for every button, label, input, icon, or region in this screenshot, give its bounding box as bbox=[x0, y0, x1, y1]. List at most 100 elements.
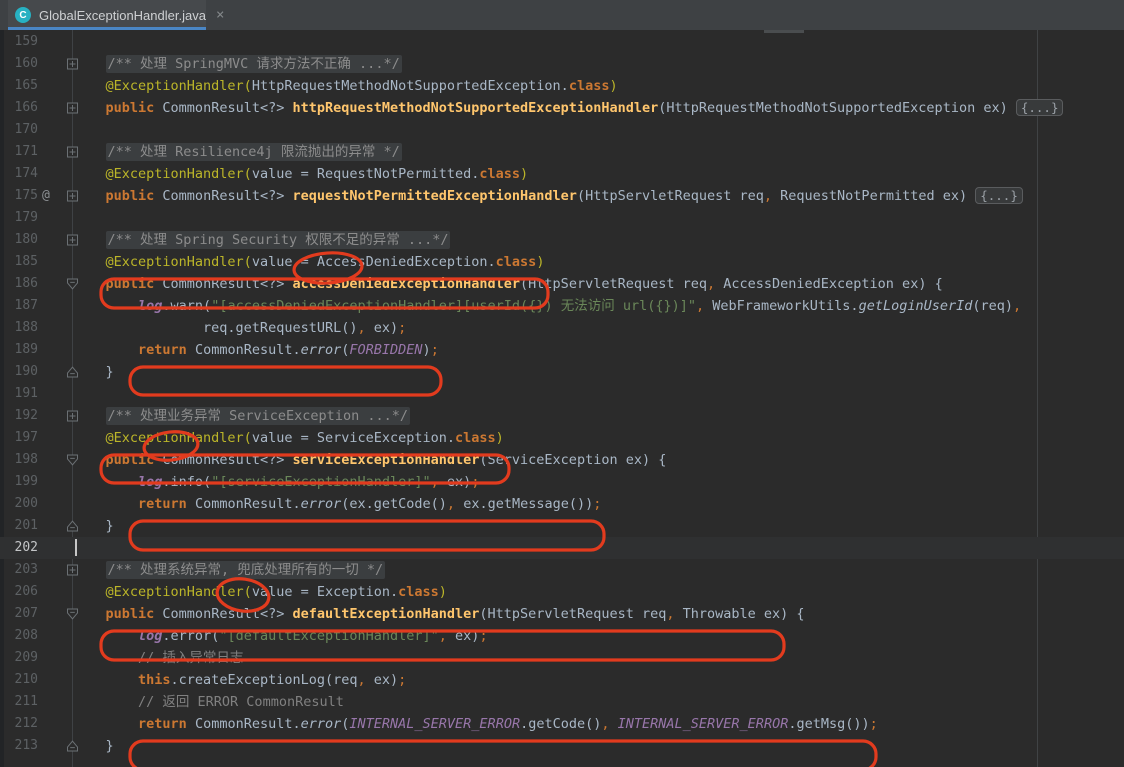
code-line[interactable]: 211 // 返回 ERROR CommonResult bbox=[0, 691, 1124, 713]
line-number[interactable]: 203 bbox=[0, 559, 38, 581]
code-token: .info( bbox=[162, 474, 211, 490]
code-line[interactable]: 179 bbox=[0, 207, 1124, 229]
line-number[interactable]: 197 bbox=[0, 427, 38, 449]
code-token: error bbox=[301, 342, 342, 358]
line-number[interactable]: 170 bbox=[0, 119, 38, 141]
folded-comment[interactable]: /** 处理业务异常 ServiceException ...*/ bbox=[106, 407, 410, 425]
code-line[interactable]: 171 /** 处理 Resilience4j 限流抛出的异常 */ bbox=[0, 141, 1124, 163]
line-number[interactable]: 187 bbox=[0, 295, 38, 317]
folded-block-badge[interactable]: {...} bbox=[1016, 99, 1064, 116]
code-line[interactable]: 189 return CommonResult.error(FORBIDDEN)… bbox=[0, 339, 1124, 361]
code-line[interactable]: 186 public CommonResult<?> accessDeniedE… bbox=[0, 273, 1124, 295]
code-line[interactable]: 175@ public CommonResult<?> requestNotPe… bbox=[0, 185, 1124, 207]
line-number[interactable]: 166 bbox=[0, 97, 38, 119]
code-line[interactable]: 188 req.getRequestURL(), ex); bbox=[0, 317, 1124, 339]
line-number[interactable]: 186 bbox=[0, 273, 38, 295]
line-number[interactable]: 207 bbox=[0, 603, 38, 625]
line-number[interactable]: 171 bbox=[0, 141, 38, 163]
line-number[interactable]: 213 bbox=[0, 735, 38, 757]
code-text: @ExceptionHandler(value = Exception.clas… bbox=[73, 581, 447, 603]
code-text: @ExceptionHandler(value = AccessDeniedEx… bbox=[73, 251, 544, 273]
folded-comment[interactable]: /** 处理系统异常, 兜底处理所有的一切 */ bbox=[106, 561, 386, 579]
line-number[interactable]: 160 bbox=[0, 53, 38, 75]
line-number[interactable]: 198 bbox=[0, 449, 38, 471]
code-line[interactable]: 190 } bbox=[0, 361, 1124, 383]
line-number[interactable]: 165 bbox=[0, 75, 38, 97]
code-line[interactable]: 199 log.info("[serviceExceptionHandler]"… bbox=[0, 471, 1124, 493]
code-line[interactable]: 170 bbox=[0, 119, 1124, 141]
code-line[interactable]: 213 } bbox=[0, 735, 1124, 757]
code-token: , bbox=[696, 298, 704, 314]
code-line[interactable]: 201 } bbox=[0, 515, 1124, 537]
code-line[interactable]: 187 log.warn("[accessDeniedExceptionHand… bbox=[0, 295, 1124, 317]
code-token: value = AccessDeniedException. bbox=[252, 254, 496, 270]
code-line[interactable]: 160 /** 处理 SpringMVC 请求方法不正确 ...*/ bbox=[0, 53, 1124, 75]
code-line[interactable]: 165 @ExceptionHandler(HttpRequestMethodN… bbox=[0, 75, 1124, 97]
line-number[interactable]: 185 bbox=[0, 251, 38, 273]
folded-comment[interactable]: /** 处理 Resilience4j 限流抛出的异常 */ bbox=[106, 143, 402, 161]
code-text: return CommonResult.error(FORBIDDEN); bbox=[73, 339, 439, 361]
code-token: ; bbox=[431, 342, 439, 358]
code-line[interactable]: 180 /** 处理 Spring Security 权限不足的异常 ...*/ bbox=[0, 229, 1124, 251]
code-text: @ExceptionHandler(value = ServiceExcepti… bbox=[73, 427, 504, 449]
code-editor[interactable]: 159160 /** 处理 SpringMVC 请求方法不正确 ...*/165… bbox=[0, 30, 1124, 767]
code-token: , bbox=[447, 496, 455, 512]
line-number[interactable]: 199 bbox=[0, 471, 38, 493]
code-token: "[defaultExceptionHandler]" bbox=[219, 628, 438, 644]
line-number[interactable]: 201 bbox=[0, 515, 38, 537]
line-number[interactable]: 189 bbox=[0, 339, 38, 361]
line-number[interactable]: 210 bbox=[0, 669, 38, 691]
code-line[interactable]: 191 bbox=[0, 383, 1124, 405]
tab-global-exception-handler[interactable]: C GlobalExceptionHandler.java × bbox=[8, 0, 206, 30]
line-number[interactable]: 206 bbox=[0, 581, 38, 603]
folded-comment[interactable]: /** 处理 Spring Security 权限不足的异常 ...*/ bbox=[106, 231, 451, 249]
code-token: ; bbox=[479, 628, 487, 644]
tab-close-icon[interactable]: × bbox=[216, 8, 224, 22]
line-number[interactable]: 175 bbox=[0, 185, 38, 207]
line-number[interactable]: 188 bbox=[0, 317, 38, 339]
line-number[interactable]: 174 bbox=[0, 163, 38, 185]
line-number[interactable]: 191 bbox=[0, 383, 38, 405]
code-token: return bbox=[138, 342, 187, 358]
line-number[interactable]: 159 bbox=[0, 31, 38, 53]
line-number[interactable]: 179 bbox=[0, 207, 38, 229]
line-number[interactable]: 190 bbox=[0, 361, 38, 383]
code-line[interactable]: 192 /** 处理业务异常 ServiceException ...*/ bbox=[0, 405, 1124, 427]
line-number[interactable]: 202 bbox=[0, 537, 38, 559]
code-token bbox=[73, 56, 106, 72]
code-line[interactable]: 198 public CommonResult<?> serviceExcept… bbox=[0, 449, 1124, 471]
code-token: (ServiceException ex) { bbox=[479, 452, 666, 468]
line-number[interactable]: 180 bbox=[0, 229, 38, 251]
code-line[interactable]: 200 return CommonResult.error(ex.getCode… bbox=[0, 493, 1124, 515]
folded-comment[interactable]: /** 处理 SpringMVC 请求方法不正确 ...*/ bbox=[106, 55, 402, 73]
code-line[interactable]: 207 public CommonResult<?> defaultExcept… bbox=[0, 603, 1124, 625]
code-token: CommonResult<?> bbox=[154, 100, 292, 116]
code-token: (HttpRequestMethodNotSupportedException … bbox=[658, 100, 1016, 116]
line-number[interactable]: 200 bbox=[0, 493, 38, 515]
code-token bbox=[73, 144, 106, 160]
code-line[interactable]: 210 this.createExceptionLog(req, ex); bbox=[0, 669, 1124, 691]
code-line[interactable]: 202 bbox=[0, 537, 1124, 559]
code-line[interactable]: 203 /** 处理系统异常, 兜底处理所有的一切 */ bbox=[0, 559, 1124, 581]
code-line[interactable]: 166 public CommonResult<?> httpRequestMe… bbox=[0, 97, 1124, 119]
code-text: log.error("[defaultExceptionHandler]", e… bbox=[73, 625, 488, 647]
code-line[interactable]: 197 @ExceptionHandler(value = ServiceExc… bbox=[0, 427, 1124, 449]
code-token bbox=[610, 716, 618, 732]
line-number[interactable]: 192 bbox=[0, 405, 38, 427]
code-token: requestNotPermittedExceptionHandler bbox=[292, 188, 576, 204]
line-number[interactable]: 212 bbox=[0, 713, 38, 735]
code-line[interactable]: 212 return CommonResult.error(INTERNAL_S… bbox=[0, 713, 1124, 735]
folded-block-badge[interactable]: {...} bbox=[975, 187, 1023, 204]
line-number[interactable]: 208 bbox=[0, 625, 38, 647]
text-caret bbox=[75, 539, 77, 556]
code-line[interactable]: 174 @ExceptionHandler(value = RequestNot… bbox=[0, 163, 1124, 185]
code-line[interactable]: 209 // 插入异常日志 bbox=[0, 647, 1124, 669]
code-line[interactable]: 159 bbox=[0, 31, 1124, 53]
code-token: @ExceptionHandler( bbox=[106, 430, 252, 446]
code-line[interactable]: 206 @ExceptionHandler(value = Exception.… bbox=[0, 581, 1124, 603]
code-line[interactable]: 208 log.error("[defaultExceptionHandler]… bbox=[0, 625, 1124, 647]
line-number[interactable]: 209 bbox=[0, 647, 38, 669]
line-number[interactable]: 211 bbox=[0, 691, 38, 713]
code-token: CommonResult<?> bbox=[154, 276, 292, 292]
code-line[interactable]: 185 @ExceptionHandler(value = AccessDeni… bbox=[0, 251, 1124, 273]
